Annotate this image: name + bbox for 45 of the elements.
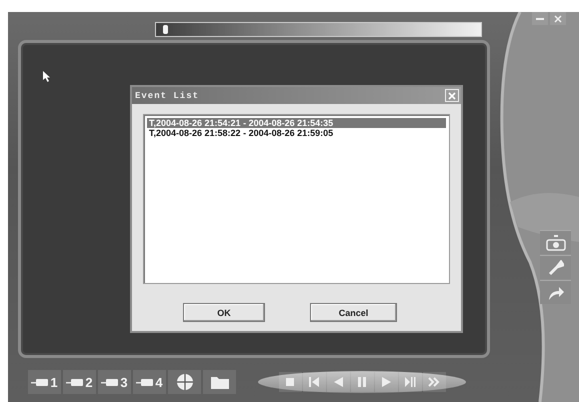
close-button[interactable] (550, 12, 566, 25)
progress-slider[interactable] (155, 22, 482, 37)
stop-button[interactable] (278, 372, 302, 392)
pause-button[interactable] (350, 372, 374, 392)
minimize-icon (536, 18, 544, 20)
skip-back-icon (308, 376, 320, 388)
snapshot-button[interactable] (540, 230, 571, 254)
slider-thumb[interactable] (162, 25, 168, 34)
skip-back-button[interactable] (302, 372, 326, 392)
camera-button[interactable]: 2 (63, 370, 96, 394)
reverse-button[interactable] (326, 372, 350, 392)
camera-button[interactable]: 4 (133, 370, 166, 394)
tool-button[interactable] (540, 255, 571, 279)
fast-forward-icon (428, 376, 440, 388)
stop-icon (284, 376, 296, 388)
play-button[interactable] (374, 372, 398, 392)
close-icon (448, 92, 456, 100)
close-icon (554, 14, 562, 22)
folder-button[interactable] (203, 370, 236, 394)
camera-icon (136, 377, 154, 387)
cancel-button[interactable]: Cancel (310, 303, 397, 322)
cursor-icon (43, 71, 51, 82)
minimize-button[interactable] (532, 12, 548, 25)
fast-forward-button[interactable] (422, 372, 446, 392)
event-item[interactable]: T,2004-08-26 21:54:21 - 2004-08-26 21:54:35 (147, 118, 446, 128)
camera-icon (31, 377, 50, 387)
camera-icon (66, 377, 84, 387)
pause-icon (356, 376, 368, 388)
folder-icon (210, 375, 228, 389)
camera-button[interactable]: 3 (98, 370, 131, 394)
wrench-icon (548, 260, 564, 276)
globe-button[interactable] (168, 370, 201, 394)
curved-arrow-icon (546, 284, 564, 300)
close-button[interactable] (445, 89, 459, 102)
dialog-title: Event List (135, 90, 200, 100)
play-icon (380, 376, 392, 388)
camera-button[interactable]: 1 (28, 370, 61, 394)
ok-button[interactable]: OK (183, 303, 265, 322)
reverse-icon (332, 376, 344, 388)
step-forward-icon (404, 376, 416, 388)
forward-button[interactable] (540, 280, 571, 304)
camera-icon (101, 377, 120, 387)
step-forward-button[interactable] (398, 372, 422, 392)
camera-icon (546, 234, 566, 250)
event-item[interactable]: T,2004-08-26 21:58:22 - 2004-08-26 21:59:05 (147, 128, 446, 138)
